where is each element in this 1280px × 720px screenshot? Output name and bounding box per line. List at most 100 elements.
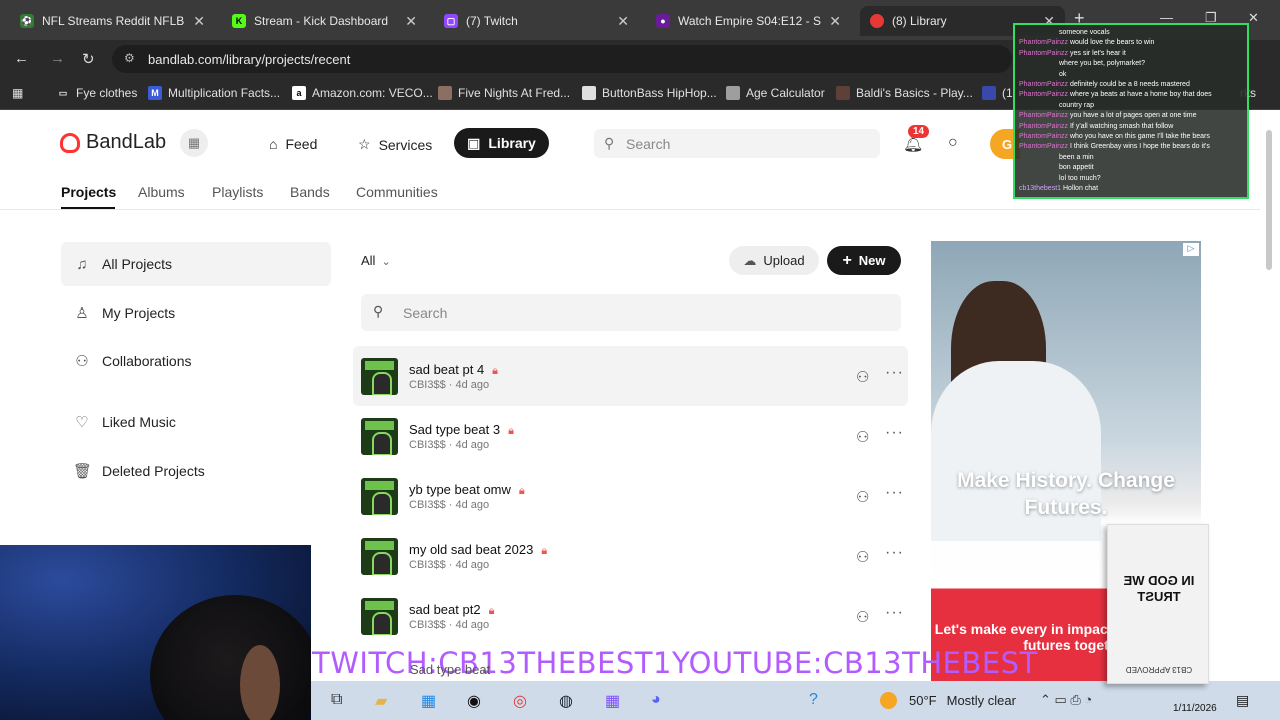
close-tab-icon[interactable]: ✕ — [405, 13, 417, 30]
project-name[interactable]: yb type beat omw 🔒︎ — [409, 482, 525, 498]
steam-icon[interactable]: ◍ — [559, 691, 573, 711]
bookmark-item[interactable]: Age Calculator — [726, 86, 825, 100]
twitch-icon: ▢ — [444, 14, 458, 28]
adchoices-icon[interactable]: ▷ — [1183, 243, 1199, 256]
new-project-button[interactable]: + New — [827, 246, 901, 275]
forward-arrow-icon[interactable]: → — [50, 50, 65, 67]
bookmark-item[interactable]: Baldi's Basics - Play... — [836, 86, 973, 100]
bookmark-item[interactable]: ▭ Fye clothes — [56, 86, 138, 100]
bookmark-item[interactable]: ButtonBass HipHop... — [582, 86, 717, 100]
chat-message: PhantomPainzz would love the bears to wi… — [1019, 38, 1243, 48]
help-icon[interactable]: ? — [809, 691, 818, 709]
bookmark-favicon-icon — [982, 86, 996, 100]
project-name[interactable]: Sad type beat 3 🔒︎ — [409, 422, 514, 438]
browser-tab[interactable]: ● Watch Empire S04:E12 - Swee ✕ — [646, 6, 851, 36]
logo-text: BandLab — [86, 131, 167, 153]
system-tray[interactable]: ⌃ ▭ ⎙ ◔ — [1040, 692, 1092, 708]
project-row[interactable]: sad beat pt2 🔒︎ CBI3$$ · 4d ago ⚇ ··· — [353, 586, 908, 646]
more-options-icon[interactable]: ··· — [885, 424, 904, 442]
nav-services[interactable]: ☆ Services — [358, 136, 432, 153]
more-options-icon[interactable]: ··· — [885, 544, 904, 562]
apps-menu-icon[interactable]: ▦ — [180, 129, 208, 157]
close-window-icon[interactable]: ✕ — [1248, 10, 1259, 26]
header-search-input[interactable]: ⚲ Search — [594, 129, 880, 158]
task-view-icon[interactable]: ⧉ — [331, 691, 342, 709]
trash-icon: 🗑︎ — [73, 463, 93, 480]
back-arrow-icon[interactable]: ← — [14, 50, 29, 67]
messages-icon[interactable]: ○ — [948, 134, 958, 152]
sidebar-item-all-projects[interactable]: ♫ All Projects — [61, 242, 331, 286]
chat-text: lol too much? — [1059, 174, 1101, 182]
project-search-input[interactable]: ⚲ Search — [361, 294, 901, 331]
browser-tab[interactable]: ▢ (7) Twitch ✕ — [434, 6, 639, 36]
project-row[interactable]: yb type beat omw 🔒︎ CBI3$$ · 4d ago ⚇ ··· — [353, 466, 908, 526]
project-row[interactable]: Sad type beat 3 🔒︎ CBI3$$ · 4d ago ⚇ ··· — [353, 406, 908, 466]
sidebar-item-collaborations[interactable]: ⚇ Collaborations — [61, 339, 331, 383]
invite-collaborator-icon[interactable]: ⚇ — [856, 428, 869, 446]
notification-center-icon[interactable]: ▤ — [1236, 692, 1249, 709]
bandlab-logo[interactable]: BandLab — [60, 131, 166, 154]
chat-username: PhantomPainzz — [1019, 49, 1069, 57]
sidebar-item-deleted-projects[interactable]: 🗑︎ Deleted Projects — [61, 449, 331, 493]
browser-tab[interactable]: ⚽ NFL Streams Reddit NFLBITE ✕ — [10, 6, 215, 36]
subtab-playlists[interactable]: Playlists — [212, 184, 263, 200]
project-name[interactable]: sad beat pt 4 🔒︎ — [409, 362, 498, 378]
bookmark-item[interactable]: Five Nights At Fred... — [438, 86, 570, 100]
project-row[interactable]: my old sad beat 2023 🔒︎ CBI3$$ · 4d ago ⚇… — [353, 526, 908, 586]
stamp-bottom-text: CB13 APPROVED — [1125, 665, 1193, 674]
invite-collaborator-icon[interactable]: ⚇ — [856, 608, 869, 626]
site-settings-icon[interactable]: ⚙ — [124, 51, 135, 65]
obs-icon[interactable]: ◉ — [467, 691, 481, 711]
subtab-albums[interactable]: Albums — [138, 184, 185, 200]
discord-icon[interactable]: ◕ — [651, 691, 661, 709]
bookmark-item[interactable]: a Amazon.com: VECO... — [292, 86, 433, 100]
user-icon: ♙ — [75, 305, 89, 322]
stamp-text: IN GOD WE TRUST — [1123, 573, 1195, 604]
weather-widget[interactable]: 50°F Mostly clear — [880, 692, 1016, 709]
nav-feed[interactable]: ⌂ Feed — [269, 136, 317, 152]
chat-text: country rap — [1059, 101, 1095, 109]
more-options-icon[interactable]: ··· — [885, 604, 904, 622]
tab-title: Watch Empire S04:E12 - Swee — [678, 14, 821, 28]
bookmark-item[interactable]: M Multiplication Facts... — [148, 86, 280, 100]
invite-collaborator-icon[interactable]: ⚇ — [856, 488, 869, 506]
project-name[interactable]: sad beat pt2 🔒︎ — [409, 602, 494, 618]
chat-message: lol too much? — [1019, 174, 1243, 184]
more-options-icon[interactable]: ··· — [885, 364, 904, 382]
chat-text: would love the bears to win — [1069, 39, 1155, 47]
reload-icon[interactable]: ↻ — [82, 50, 95, 68]
invite-collaborator-icon[interactable]: ⚇ — [856, 368, 869, 386]
subtab-communities[interactable]: Communities — [356, 184, 438, 200]
close-tab-icon[interactable]: ✕ — [617, 13, 629, 30]
project-filter-dropdown[interactable]: All ⌄ — [361, 253, 391, 268]
sidebar-item-my-projects[interactable]: ♙ My Projects — [61, 291, 331, 335]
store-icon[interactable]: ▦ — [421, 691, 436, 711]
url-field[interactable]: ⚙ bandlab.com/library/projects/recent — [112, 45, 1012, 73]
bookmark-item[interactable]: (1 — [982, 86, 1013, 100]
project-meta: CBI3$$ · 4d ago — [409, 379, 490, 391]
file-explorer-icon[interactable]: ▰ — [375, 691, 387, 711]
subtab-projects[interactable]: Projects — [61, 184, 116, 200]
page-scrollbar[interactable] — [1264, 112, 1276, 680]
upload-button[interactable]: ☁ Upload — [729, 246, 819, 275]
browser-tab[interactable]: K Stream - Kick Dashboard ✕ — [222, 6, 427, 36]
webcam-person — [150, 595, 311, 720]
sidebar-item-liked-music[interactable]: ♡ Liked Music — [61, 400, 331, 444]
chrome-icon[interactable]: ◎ — [513, 691, 527, 711]
scrollbar-thumb[interactable] — [1266, 130, 1272, 270]
close-tab-icon[interactable]: ✕ — [193, 13, 205, 30]
calendar-app-icon[interactable]: ▦ — [605, 691, 620, 711]
project-meta: CBI3$$ · 4d ago — [409, 439, 490, 451]
subtab-bands[interactable]: Bands — [290, 184, 330, 200]
more-options-icon[interactable]: ··· — [885, 484, 904, 502]
project-row[interactable]: sad beat pt 4 🔒︎ CBI3$$ · 4d ago ⚇ ··· — [353, 346, 908, 406]
nav-library[interactable]: ▣ Library — [454, 128, 549, 158]
chat-message: PhantomPainzz definitely could be a 8 ne… — [1019, 80, 1243, 90]
chat-username: PhantomPainzz — [1019, 39, 1069, 47]
apps-grid-icon[interactable]: ▦ — [12, 86, 23, 100]
url-text: bandlab.com/library/projects/recent — [148, 52, 351, 67]
close-tab-icon[interactable]: ✕ — [829, 13, 841, 30]
invite-collaborator-icon[interactable]: ⚇ — [856, 548, 869, 566]
chat-text: ok — [1059, 70, 1067, 78]
project-name[interactable]: my old sad beat 2023 🔒︎ — [409, 542, 547, 558]
